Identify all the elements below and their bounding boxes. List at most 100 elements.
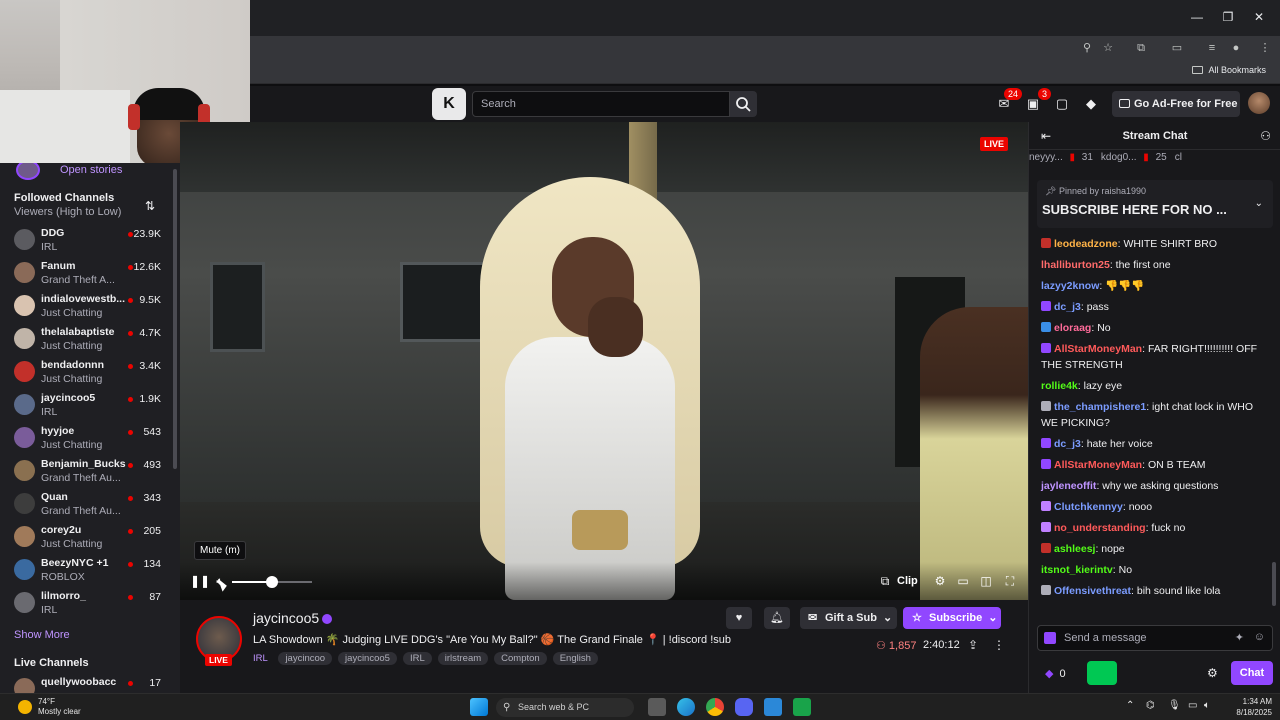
open-stories-link[interactable]: Open stories — [60, 164, 122, 176]
search-input[interactable]: Search — [472, 91, 730, 117]
chat-scrollbar[interactable] — [1272, 562, 1276, 606]
extensions-icon[interactable]: ⧉ — [1134, 41, 1148, 55]
followed-channel-item[interactable]: Benjamin_Bucks Grand Theft Au... 493 — [0, 455, 168, 487]
app-icon[interactable] — [793, 698, 811, 716]
stream-tag[interactable]: Compton — [494, 652, 547, 665]
chat-username[interactable]: eloraag — [1054, 322, 1091, 334]
followed-channel-item[interactable]: thelalabaptiste Just Chatting 4.7K — [0, 323, 168, 355]
clip-icon[interactable]: ⧉ — [878, 574, 892, 588]
taskbar-search[interactable]: ⚲ Search web & PC — [496, 698, 634, 717]
inbox-icon[interactable]: ▣ 3 — [1025, 88, 1051, 112]
tray-chevron-icon[interactable]: ⌃ — [1126, 700, 1134, 711]
pause-icon[interactable]: ❚❚ — [190, 574, 210, 588]
clip-button[interactable]: Clip — [897, 575, 918, 587]
gift-sub-button[interactable]: ✉ Gift a Sub ⌄ — [800, 607, 897, 629]
drops-icon[interactable]: ◆ — [1083, 96, 1099, 112]
go-ad-free-button[interactable]: Go Ad-Free for Free — [1112, 91, 1240, 117]
bookmark-star-icon[interactable]: ☆ — [1101, 41, 1115, 55]
search-button[interactable] — [730, 91, 757, 117]
stream-tag[interactable]: jaycincoo5 — [338, 652, 397, 665]
mic-icon[interactable]: 🎙︎ — [1168, 700, 1181, 711]
cast-icon[interactable]: ▭ — [1170, 41, 1184, 55]
chat-username[interactable]: AllStarMoneyMan — [1054, 343, 1142, 355]
top-gifter[interactable]: neyyy... ▮ 31 — [1029, 152, 1097, 163]
emote-menu-icon[interactable] — [1044, 632, 1056, 644]
kick-logo[interactable]: K — [432, 88, 466, 120]
followed-channel-item[interactable]: jaycincoo5 IRL 1.9K — [0, 389, 168, 421]
tab-search-icon[interactable]: ≡ — [1205, 41, 1219, 55]
speaker-icon[interactable]: 🔈︎ — [1204, 700, 1210, 711]
sort-label[interactable]: Viewers (High to Low) — [14, 206, 121, 218]
notification-bell-button[interactable]: 🔔︎ — [764, 607, 790, 629]
chrome-icon[interactable] — [706, 698, 724, 716]
top-gifter[interactable]: cl — [1175, 152, 1186, 163]
followed-channel-item[interactable]: indialovewestb... Just Chatting 9.5K — [0, 290, 168, 322]
display-icon[interactable]: ▭ — [1188, 700, 1197, 711]
chat-username[interactable]: Clutchkennyy — [1054, 501, 1123, 513]
all-bookmarks[interactable]: All Bookmarks — [1192, 65, 1266, 75]
chat-input[interactable]: Send a message ✦ ☺ — [1037, 625, 1273, 651]
stream-tag[interactable]: English — [552, 652, 598, 665]
follow-button[interactable]: ♥ — [726, 607, 752, 629]
emoji-icon[interactable]: ☺ — [1254, 631, 1265, 643]
followed-channel-item[interactable]: lilmorro_ IRL 87 — [0, 587, 168, 619]
stream-tag[interactable]: jaycincoo — [278, 652, 333, 665]
followed-channel-item[interactable]: DDG IRL 23.9K — [0, 224, 168, 256]
system-clock[interactable]: 1:34 AM 8/18/2025 — [1224, 696, 1272, 718]
edge-icon[interactable] — [677, 698, 695, 716]
zoom-icon[interactable]: ⚲ — [1080, 41, 1094, 55]
fullscreen-icon[interactable]: ⛶ — [1003, 574, 1017, 588]
volume-handle[interactable] — [266, 576, 278, 588]
theater-mode-icon[interactable]: ▭ — [956, 574, 970, 588]
profile-icon[interactable]: ● — [1229, 41, 1243, 55]
chat-username[interactable]: rollie4k — [1041, 380, 1078, 392]
story-avatar[interactable] — [16, 163, 40, 180]
notifications-icon[interactable]: ✉ 24 — [996, 88, 1022, 112]
sidebar-scrollbar[interactable] — [173, 169, 177, 469]
chat-settings-icon[interactable]: ⚙ — [1207, 666, 1218, 680]
menu-icon[interactable]: ⋮ — [1258, 41, 1272, 55]
live-channel-item[interactable]: quellywoobacc 17 — [0, 673, 168, 693]
users-icon[interactable]: ⚇ — [1260, 129, 1271, 143]
windows-start-icon[interactable] — [470, 698, 488, 716]
chat-username[interactable]: Offensivethreat — [1054, 585, 1131, 597]
category-link[interactable]: IRL — [253, 653, 268, 664]
whisper-icon[interactable]: ▢ — [1054, 96, 1070, 112]
chat-username[interactable]: AllStarMoneyMan — [1054, 459, 1142, 471]
chat-username[interactable]: leodeadzone — [1054, 238, 1118, 250]
settings-icon[interactable]: ⚙ — [933, 574, 947, 588]
chat-username[interactable]: no_understanding — [1054, 522, 1146, 534]
chat-send-button[interactable]: Chat — [1231, 661, 1273, 685]
followed-channel-item[interactable]: Fanum Grand Theft A... 12.6K — [0, 257, 168, 289]
channel-name[interactable]: jaycincoo5 — [253, 610, 319, 626]
minimize-icon[interactable]: — — [1190, 10, 1204, 24]
top-gifter[interactable]: kdog0... ▮ 25 — [1101, 152, 1171, 163]
sidebar-toggle-icon[interactable]: ◫ — [979, 574, 993, 588]
chevron-down-icon[interactable]: ⌄ — [1255, 198, 1263, 209]
chat-username[interactable]: lhalliburton25 — [1041, 259, 1110, 271]
pinned-message[interactable]: 📌︎ Pinned by raisha1990 SUBSCRIBE HERE F… — [1037, 180, 1273, 228]
chat-username[interactable]: ashleesj — [1054, 543, 1095, 555]
photos-icon[interactable] — [764, 698, 782, 716]
task-view-icon[interactable] — [648, 698, 666, 716]
followed-channel-item[interactable]: hyyjoe Just Chatting 543 — [0, 422, 168, 454]
chat-username[interactable]: the_champishere1 — [1054, 401, 1146, 413]
network-icon[interactable]: ⌬ — [1146, 700, 1155, 711]
channel-points[interactable]: ◆ 0 — [1045, 667, 1066, 680]
video-player[interactable]: LIVE Mute (m) ❚❚ 🔈︎ ⧉ Clip ⚙ ▭ ◫ ⛶ — [180, 122, 1028, 600]
show-more-link[interactable]: Show More — [14, 629, 70, 641]
discord-icon[interactable] — [735, 698, 753, 716]
chat-username[interactable]: dc_j3 — [1054, 438, 1081, 450]
chat-username[interactable]: dc_j3 — [1054, 301, 1081, 313]
followed-channel-item[interactable]: Quan Grand Theft Au... 343 — [0, 488, 168, 520]
chat-username[interactable]: itsnot_kierintv — [1041, 564, 1113, 576]
stream-tag[interactable]: IRL — [402, 652, 432, 665]
user-avatar[interactable] — [1248, 92, 1270, 114]
share-icon[interactable]: ⇪ — [968, 638, 978, 652]
chat-username[interactable]: jayleneoffit — [1041, 480, 1096, 492]
stream-tag[interactable]: irlstream — [437, 652, 489, 665]
subscribe-button[interactable]: ☆ Subscribe ⌄ — [903, 607, 1001, 629]
restore-icon[interactable]: ❐ — [1221, 10, 1235, 24]
chat-username[interactable]: lazyy2know — [1041, 280, 1099, 292]
followed-channel-item[interactable]: bendadonnn Just Chatting 3.4K — [0, 356, 168, 388]
